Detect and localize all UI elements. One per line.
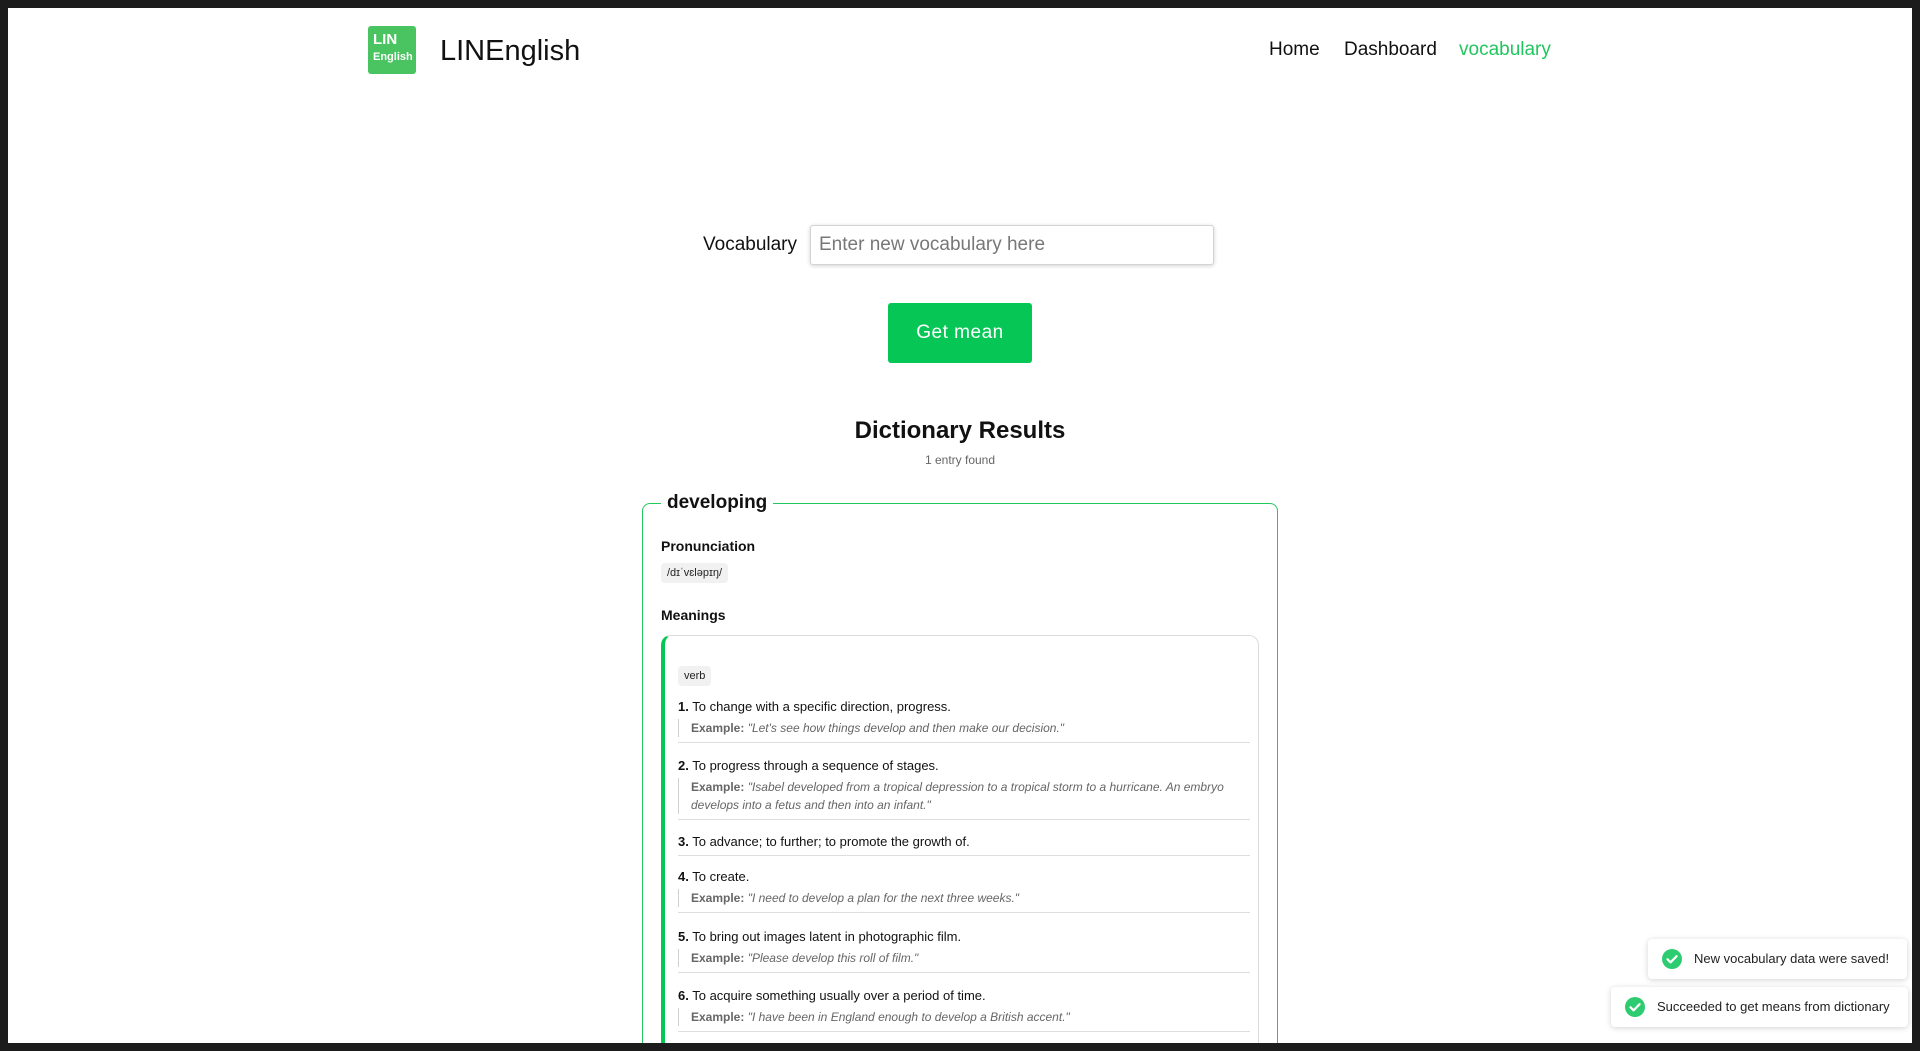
definition-text: To bring out images latent in photograph…	[692, 929, 962, 944]
logo[interactable]: LIN English	[368, 26, 416, 74]
definition-item: 1. To change with a specific direction, …	[678, 698, 1250, 743]
definition-number: 5.	[678, 929, 689, 944]
results-title: Dictionary Results	[854, 417, 1066, 444]
definition-item: 2. To progress through a sequence of sta…	[678, 757, 1250, 820]
toast-text: New vocabulary data were saved!	[1694, 951, 1890, 966]
definition-example: Example: "Isabel developed from a tropic…	[678, 778, 1250, 814]
example-label: Example:	[691, 780, 745, 794]
vocabulary-label: Vocabulary	[703, 234, 798, 255]
definition-number: 1.	[678, 699, 689, 714]
definition-item: 6. To acquire something usually over a p…	[678, 987, 1250, 1032]
vocabulary-input[interactable]	[810, 225, 1214, 265]
definition-example: Example: "I need to develop a plan for t…	[678, 889, 1250, 907]
definition-text: To change with a specific direction, pro…	[692, 699, 951, 714]
logo-text-bottom: English	[373, 51, 413, 63]
entry-word: developing	[661, 490, 774, 516]
results-count: 1 entry found	[924, 453, 996, 467]
entry-card: developing Pronunciation /dɪˈvɛləpɪŋ/ Me…	[642, 490, 1278, 1043]
example-label: Example:	[691, 1010, 745, 1024]
definition-example: Example: "Please develop this roll of fi…	[678, 949, 1250, 967]
definition-text: To acquire something usually over a peri…	[692, 988, 986, 1003]
check-circle-icon	[1662, 949, 1682, 969]
definition-example: Example: "I have been in England enough …	[678, 1008, 1250, 1026]
definition-text: To progress through a sequence of stages…	[692, 758, 939, 773]
example-text: "Isabel developed from a tropical depres…	[691, 780, 1224, 812]
site-header: LIN English LINEnglish Home Dashboard vo…	[8, 8, 1912, 94]
example-text: "Please develop this roll of film."	[747, 951, 919, 965]
definition-text: To create.	[692, 869, 750, 884]
definition-number: 3.	[678, 834, 689, 849]
example-label: Example:	[691, 951, 745, 965]
example-text: "I have been in England enough to develo…	[747, 1010, 1070, 1024]
definition-number: 2.	[678, 758, 689, 773]
example-label: Example:	[691, 721, 745, 735]
example-text: "Let's see how things develop and then m…	[747, 721, 1065, 735]
nav-home[interactable]: Home	[1269, 38, 1320, 62]
meanings-label: Meanings	[661, 607, 726, 623]
nav-vocabulary[interactable]: vocabulary	[1459, 38, 1551, 62]
definition-example: Example: "Let's see how things develop a…	[678, 719, 1250, 737]
brand-name[interactable]: LINEnglish	[440, 34, 580, 68]
check-circle-icon	[1625, 997, 1645, 1017]
pronunciation-label: Pronunciation	[661, 538, 756, 554]
part-of-speech-chip: verb	[678, 666, 712, 686]
browser-viewport: LIN English LINEnglish Home Dashboard vo…	[8, 8, 1912, 1043]
toast-success[interactable]: Succeeded to get means from dictionary	[1611, 987, 1908, 1027]
definition-item: 3. To advance; to further; to promote th…	[678, 833, 1250, 856]
definition-item: 4. To create. Example: "I need to develo…	[678, 868, 1250, 913]
pronunciation-chip: /dɪˈvɛləpɪŋ/	[661, 563, 729, 583]
example-label: Example:	[691, 891, 745, 905]
definition-number: 6.	[678, 988, 689, 1003]
nav-dashboard[interactable]: Dashboard	[1344, 38, 1437, 62]
definition-item: 5. To bring out images latent in photogr…	[678, 928, 1250, 973]
get-mean-button[interactable]: Get mean	[888, 303, 1032, 363]
toast-saved[interactable]: New vocabulary data were saved!	[1648, 939, 1908, 979]
logo-text-top: LIN	[373, 31, 398, 48]
definition-number: 4.	[678, 869, 689, 884]
toast-text: Succeeded to get means from dictionary	[1657, 999, 1890, 1014]
meaning-box: verb 1. To change with a specific direct…	[661, 635, 1259, 1043]
example-text: "I need to develop a plan for the next t…	[747, 891, 1020, 905]
definition-text: To advance; to further; to promote the g…	[692, 834, 970, 849]
